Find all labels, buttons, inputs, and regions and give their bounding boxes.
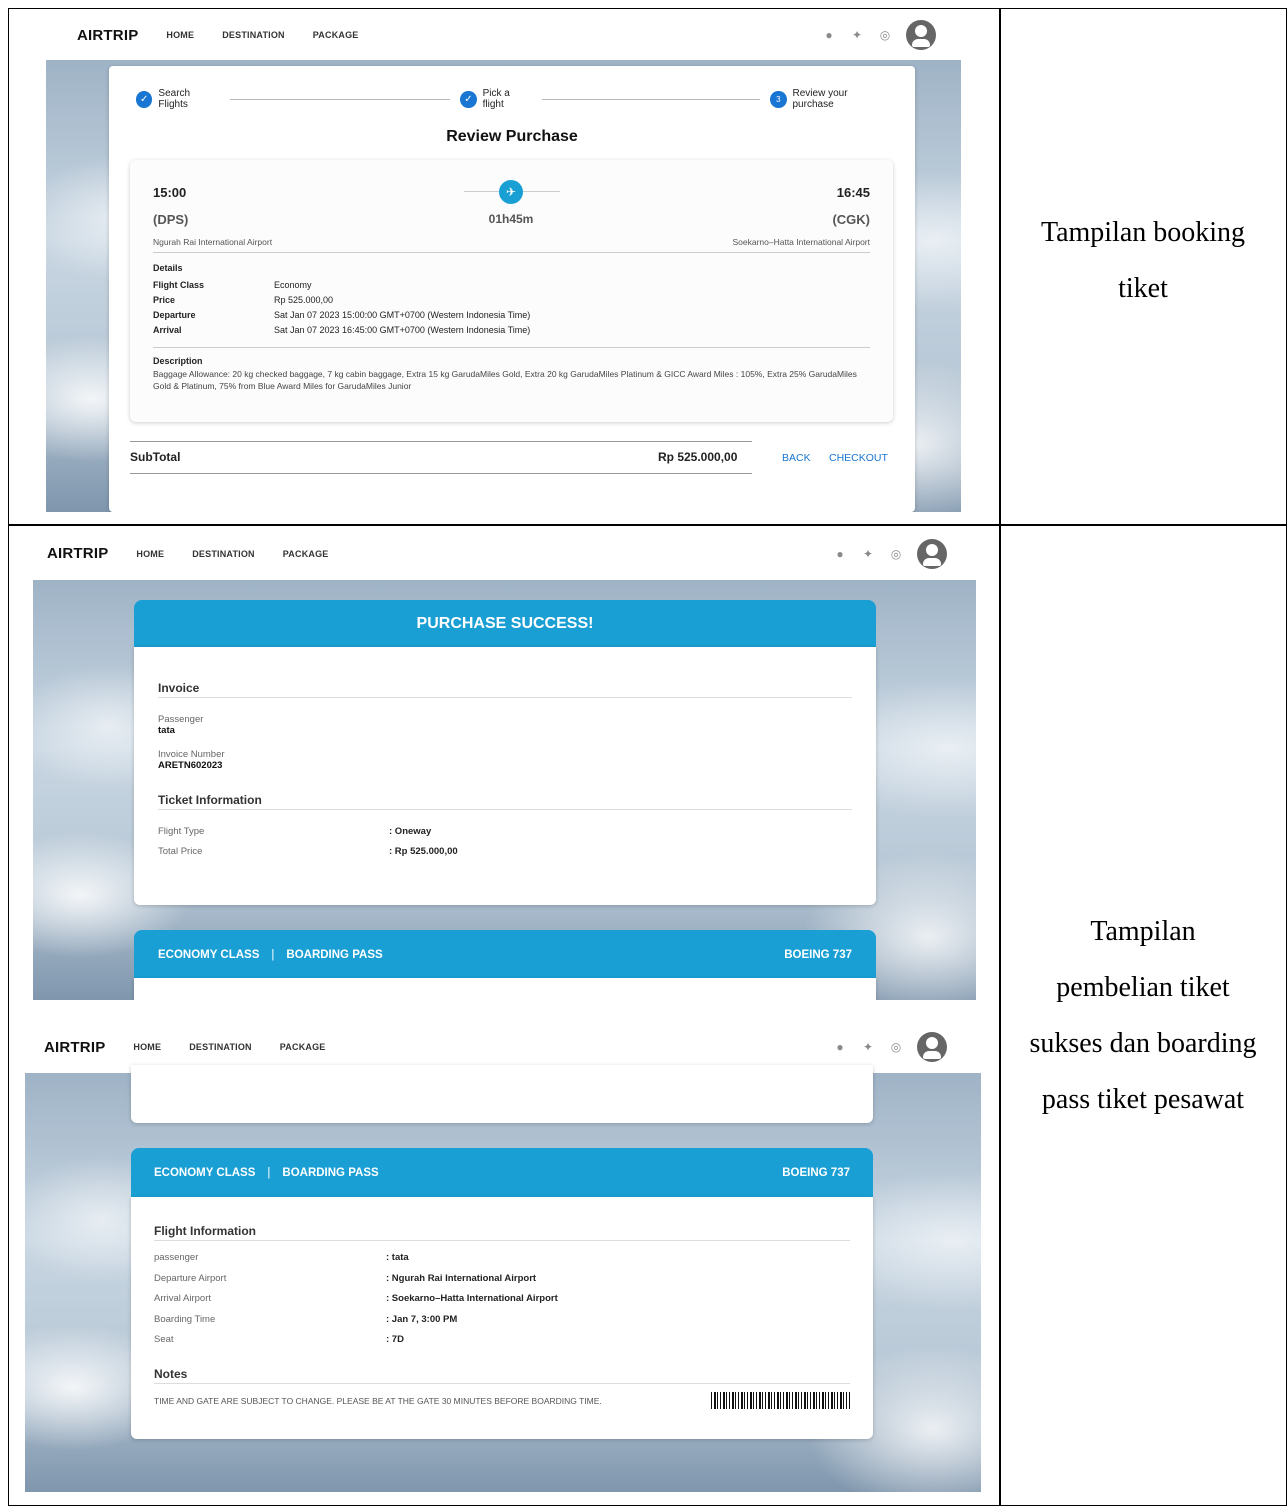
flight-info-list: passenger: tata Departure Airport: Ngura… xyxy=(154,1248,834,1351)
back-button[interactable]: BACK xyxy=(782,452,811,464)
passenger-field: Passenger tata xyxy=(158,714,204,736)
step-search-flights[interactable]: Search Flights xyxy=(158,88,220,110)
page-title: Review Purchase xyxy=(446,128,578,145)
facebook-icon[interactable]: ● xyxy=(833,547,847,561)
step2-check-icon: ✓ xyxy=(460,90,477,108)
arrival-time: 16:45 xyxy=(836,185,870,200)
list-item: passenger: tata xyxy=(154,1252,409,1263)
checkout-button[interactable]: CHECKOUT xyxy=(829,452,888,464)
step-pick-flight[interactable]: Pick a flight xyxy=(483,88,532,110)
ticket-info-title: Ticket Information xyxy=(158,793,262,807)
invoice-title: Invoice xyxy=(158,681,200,695)
flight-info-title: Flight Information xyxy=(154,1224,256,1238)
boarding-pass-header: ECONOMY CLASS | BOARDING PASS BOEING 737 xyxy=(131,1148,873,1198)
aircraft-label: BOEING 737 xyxy=(782,1167,850,1179)
details-title: Details xyxy=(153,263,183,273)
instagram-icon[interactable]: ◎ xyxy=(889,1040,903,1054)
screenshot-review-purchase: AIRTRIP HOME DESTINATION PACKAGE ● ✦ ◎ ✓… xyxy=(46,10,961,512)
table-divider-horizontal xyxy=(8,524,1287,526)
step1-check-icon: ✓ xyxy=(136,90,153,108)
success-header: PURCHASE SUCCESS! xyxy=(134,600,876,650)
description-text: Baggage Allowance: 20 kg checked baggage… xyxy=(153,369,857,391)
departure-airport: Ngurah Rai International Airport xyxy=(153,237,273,247)
arrival-airport: Soekarno–Hatta International Airport xyxy=(732,237,870,247)
nav-package[interactable]: PACKAGE xyxy=(280,1042,326,1052)
avatar-icon[interactable] xyxy=(917,1032,947,1062)
screenshot-purchase-success: AIRTRIP HOME DESTINATION PACKAGE ● ✦ ◎ P… xyxy=(33,527,976,1000)
invoice-card-bottom xyxy=(131,1065,873,1123)
twitter-icon[interactable]: ✦ xyxy=(861,547,875,561)
instagram-icon[interactable]: ◎ xyxy=(889,547,903,561)
detail-row: Price Rp 525.000,00 xyxy=(153,295,334,305)
departure-time: 15:00 xyxy=(153,185,187,200)
arrival-code: (CGK) xyxy=(832,212,870,227)
nav-destination[interactable]: DESTINATION xyxy=(222,30,285,40)
nav-destination[interactable]: DESTINATION xyxy=(192,549,255,559)
flight-duration: 01h45m xyxy=(488,212,534,226)
success-title: PURCHASE SUCCESS! xyxy=(416,615,594,632)
invoice-card: Invoice Passenger tata Invoice Number AR… xyxy=(134,647,876,905)
list-item: Boarding Time: Jan 7, 3:00 PM xyxy=(154,1313,458,1325)
flight-type-value: : Oneway xyxy=(389,826,432,837)
total-price-label: Total Price xyxy=(158,846,203,857)
boarding-pass-card: Flight Information passenger: tata Depar… xyxy=(131,1197,873,1439)
brand-logo[interactable]: AIRTRIP xyxy=(47,545,108,562)
details-list: Flight Class Economy Price Rp 525.000,00 D… xyxy=(153,278,853,338)
caption-row2: Tampilan pembelian tiket sukses dan boar… xyxy=(1029,916,1257,1115)
detail-row: Departure Sat Jan 07 2023 15:00:00 GMT+07… xyxy=(153,310,531,320)
nav-home[interactable]: HOME xyxy=(136,549,164,559)
detail-row: Flight Class Economy xyxy=(153,280,312,290)
plane-icon: ✈ xyxy=(499,180,523,204)
twitter-icon[interactable]: ✦ xyxy=(861,1040,875,1054)
subtotal-value: Rp 525.000,00 xyxy=(658,450,738,464)
list-item: Departure Airport: Ngurah Rai Internatio… xyxy=(154,1272,537,1284)
facebook-icon[interactable]: ● xyxy=(822,28,836,42)
avatar-icon[interactable] xyxy=(906,20,936,50)
list-item: Seat: 7D xyxy=(154,1334,404,1345)
total-price-value: : Rp 525.000,00 xyxy=(389,846,458,857)
subtotal-label: SubTotal xyxy=(130,450,181,464)
boarding-pass-header: ECONOMY CLASS | BOARDING PASS BOEING 737 xyxy=(134,930,876,980)
nav-package[interactable]: PACKAGE xyxy=(313,30,359,40)
boarding-pass-label: BOARDING PASS xyxy=(282,1167,379,1179)
twitter-icon[interactable]: ✦ xyxy=(850,28,864,42)
instagram-icon[interactable]: ◎ xyxy=(878,28,892,42)
nav-package[interactable]: PACKAGE xyxy=(283,549,329,559)
nav-destination[interactable]: DESTINATION xyxy=(189,1042,252,1052)
class-label: ECONOMY CLASS xyxy=(158,949,260,961)
notes-text: TIME AND GATE ARE SUBJECT TO CHANGE. PLE… xyxy=(154,1396,602,1406)
class-label: ECONOMY CLASS xyxy=(154,1167,256,1179)
list-item: Arrival Airport: Soekarno–Hatta Internat… xyxy=(154,1293,558,1304)
caption-row1: Tampilan booking tiket xyxy=(1040,217,1246,304)
detail-row: Arrival Sat Jan 07 2023 16:45:00 GMT+0700… xyxy=(153,325,531,335)
aircraft-label: BOEING 737 xyxy=(784,949,852,961)
step3-number-icon: 3 xyxy=(770,90,787,108)
invoice-number-field: Invoice Number ARETN602023 xyxy=(158,749,225,771)
avatar-icon[interactable] xyxy=(917,539,947,569)
flight-detail-card: 15:00 16:45 ✈ (DPS) 01h45m (CGK) Ngurah … xyxy=(130,160,893,422)
departure-code: (DPS) xyxy=(153,212,189,227)
facebook-icon[interactable]: ● xyxy=(833,1040,847,1054)
notes-title: Notes xyxy=(154,1367,188,1381)
review-card: ✓ Search Flights ✓ Pick a flight 3 Revie… xyxy=(109,66,915,512)
brand-logo[interactable]: AIRTRIP xyxy=(44,1039,105,1056)
screenshot-boarding-pass: AIRTRIP HOME DESTINATION PACKAGE ● ✦ ◎ E… xyxy=(25,1021,981,1492)
barcode-icon xyxy=(711,1392,850,1409)
nav-home[interactable]: HOME xyxy=(166,30,194,40)
boarding-pass-label: BOARDING PASS xyxy=(286,949,383,961)
nav-home[interactable]: HOME xyxy=(133,1042,161,1052)
boarding-card-peek xyxy=(134,978,876,1000)
flight-type-label: Flight Type xyxy=(158,826,205,837)
description-title: Description xyxy=(153,356,203,366)
brand-logo[interactable]: AIRTRIP xyxy=(77,27,138,44)
step-review-purchase[interactable]: Review your purchase xyxy=(793,88,889,110)
